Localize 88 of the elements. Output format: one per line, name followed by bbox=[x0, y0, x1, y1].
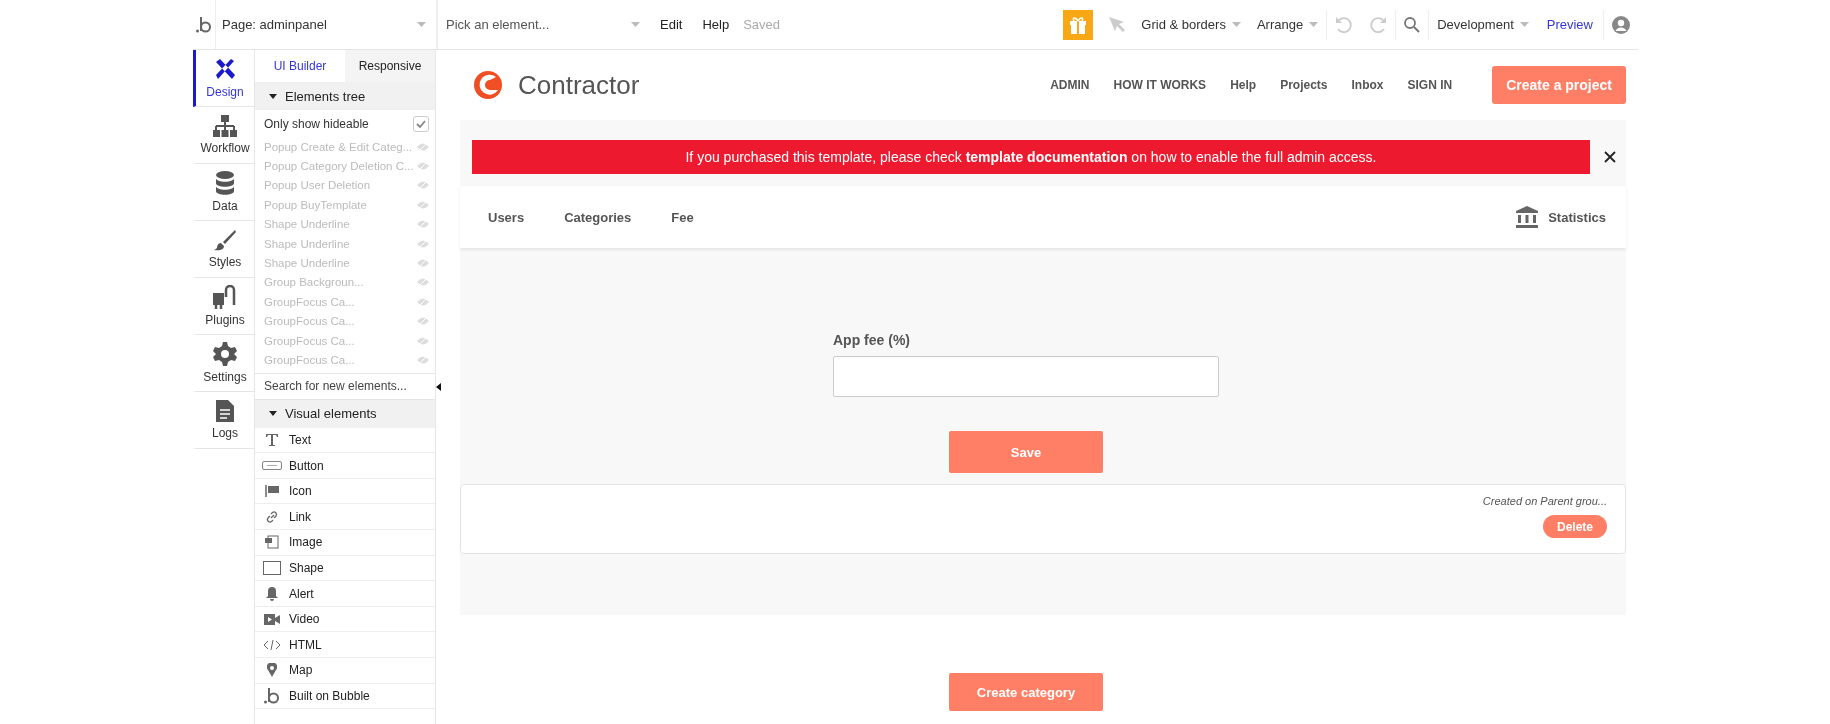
hidden-eye-icon[interactable] bbox=[417, 220, 429, 229]
field-label: App fee (%) bbox=[833, 332, 910, 348]
element-picker-field[interactable]: Pick an element... bbox=[444, 16, 618, 33]
bell-icon bbox=[266, 586, 278, 601]
menu-item[interactable]: Help bbox=[692, 17, 740, 32]
video-camera-icon bbox=[264, 613, 280, 625]
hidden-eye-icon[interactable] bbox=[417, 239, 429, 248]
sidebar-tab[interactable]: Logs bbox=[193, 392, 254, 449]
fee-input[interactable] bbox=[833, 356, 1219, 397]
hidden-eye-icon[interactable] bbox=[417, 200, 429, 209]
element-item[interactable]: Map bbox=[255, 658, 435, 684]
admin-tab[interactable]: Fee bbox=[671, 209, 694, 225]
link-icon bbox=[265, 509, 279, 524]
element-item[interactable]: Button bbox=[255, 453, 435, 479]
hidden-eye-icon[interactable] bbox=[417, 336, 429, 345]
environment-dropdown[interactable]: Development bbox=[1429, 17, 1537, 32]
notice-banner: If you purchased this template, please check template documentation on how to enable the full admin access. bbox=[472, 140, 1590, 174]
menu-item[interactable]: Edit bbox=[650, 17, 693, 32]
plug-icon bbox=[213, 285, 237, 309]
page-dropdown[interactable]: Page: adminpanel bbox=[215, 0, 437, 49]
database-icon bbox=[216, 171, 234, 195]
bubble-logo-icon bbox=[264, 687, 280, 704]
toolbar-dropdown[interactable]: Arrange bbox=[1248, 17, 1327, 32]
toolbar-dropdown[interactable]: Grid & borders bbox=[1133, 17, 1249, 32]
gift-icon bbox=[1069, 15, 1088, 34]
map-pin-icon bbox=[267, 663, 277, 678]
check-icon bbox=[416, 119, 426, 128]
filter-label: Only show hideable bbox=[264, 116, 369, 131]
nav-link[interactable]: ADMIN bbox=[1050, 78, 1090, 92]
sidebar-tab[interactable]: Plugins bbox=[193, 278, 254, 335]
element-item[interactable]: Image bbox=[255, 530, 435, 556]
admin-tab[interactable]: Categories bbox=[564, 209, 632, 225]
preview-link[interactable]: Preview bbox=[1536, 17, 1603, 32]
element-item[interactable]: Link bbox=[255, 504, 435, 531]
caret-icon bbox=[417, 22, 426, 27]
sidebar-tab[interactable]: Workflow bbox=[193, 107, 254, 164]
hidden-eye-icon[interactable] bbox=[417, 317, 429, 326]
rectangle-icon bbox=[263, 560, 281, 575]
brand-name: Contractor bbox=[518, 69, 640, 101]
admin-tab[interactable]: Users bbox=[488, 209, 525, 225]
element-item[interactable]: Icon bbox=[255, 478, 435, 505]
gift-button[interactable] bbox=[1063, 9, 1094, 40]
hidden-eye-icon[interactable] bbox=[417, 259, 429, 268]
letter-t-icon bbox=[265, 433, 279, 447]
section-header[interactable]: Visual elements bbox=[255, 399, 435, 428]
document-icon bbox=[216, 400, 234, 422]
checkbox[interactable] bbox=[413, 115, 429, 132]
save-status: Saved bbox=[743, 17, 781, 32]
nav-link[interactable]: Inbox bbox=[1351, 78, 1384, 92]
element-item[interactable]: Shape bbox=[255, 555, 435, 582]
caret-icon bbox=[1519, 22, 1529, 27]
nav-link[interactable]: SIGN IN bbox=[1407, 78, 1453, 92]
element-item[interactable]: HTML bbox=[255, 632, 435, 659]
brush-icon bbox=[214, 229, 236, 251]
logo-icon bbox=[472, 69, 504, 101]
bank-icon bbox=[1516, 206, 1539, 228]
bubble-logo-icon bbox=[196, 16, 212, 33]
image-icon bbox=[265, 535, 279, 550]
button-icon bbox=[262, 461, 282, 471]
caret-icon bbox=[1309, 22, 1319, 27]
sidebar-tab[interactable]: Styles bbox=[193, 221, 254, 278]
statistics-tab[interactable]: Statistics bbox=[1548, 209, 1606, 225]
element-item[interactable]: Text bbox=[255, 427, 435, 454]
nav-link[interactable]: HOW IT WORKS bbox=[1113, 78, 1207, 92]
pencil-ruler-icon bbox=[213, 57, 237, 81]
panel-tab[interactable]: Responsive bbox=[345, 50, 435, 82]
element-item[interactable]: Alert bbox=[255, 581, 435, 607]
hidden-eye-icon[interactable] bbox=[417, 356, 429, 364]
created-info: Created on Parent grou... bbox=[1482, 495, 1607, 507]
hidden-eye-icon[interactable] bbox=[417, 142, 429, 151]
caret-icon bbox=[631, 22, 640, 27]
hidden-eye-icon[interactable] bbox=[417, 278, 429, 287]
gear-icon bbox=[213, 342, 237, 366]
nav-link[interactable]: Projects bbox=[1280, 78, 1328, 92]
nav-link[interactable]: Help bbox=[1230, 78, 1257, 92]
sitemap-icon bbox=[213, 115, 237, 137]
collapse-icon[interactable] bbox=[436, 383, 441, 391]
flag-icon bbox=[265, 485, 279, 498]
sidebar-tab[interactable]: Settings bbox=[193, 335, 254, 392]
element-item[interactable]: Video bbox=[255, 606, 435, 633]
code-icon bbox=[263, 639, 281, 650]
hidden-eye-icon[interactable] bbox=[417, 181, 429, 190]
sidebar-tab[interactable]: Data bbox=[193, 164, 254, 221]
hidden-eye-icon[interactable] bbox=[417, 162, 429, 171]
section-header[interactable]: Elements tree bbox=[255, 82, 435, 110]
caret-icon bbox=[1231, 22, 1241, 27]
hidden-eye-icon[interactable] bbox=[417, 297, 429, 306]
element-item[interactable]: Built on Bubble bbox=[255, 683, 435, 710]
